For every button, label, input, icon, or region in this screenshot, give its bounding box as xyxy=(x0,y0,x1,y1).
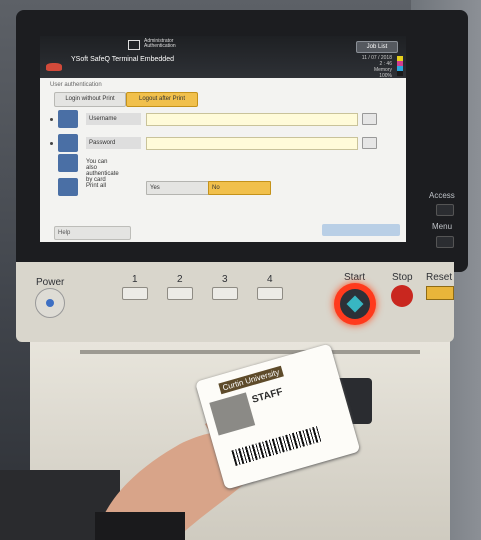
stop-label: Stop xyxy=(392,272,413,283)
key-1-label: 1 xyxy=(132,274,138,285)
printer-slot xyxy=(80,350,420,354)
job-list-button[interactable]: Job List xyxy=(356,41,398,53)
start-button[interactable] xyxy=(334,283,376,325)
card-staff: STAFF xyxy=(250,386,285,406)
reset-label: Reset xyxy=(426,272,453,283)
start-icon xyxy=(340,289,370,319)
menu-label: Menu xyxy=(432,222,453,231)
username-label: Username xyxy=(86,113,141,125)
ysoft-logo xyxy=(46,63,62,71)
key-2-button[interactable] xyxy=(167,287,193,300)
power-label: Power xyxy=(36,277,65,288)
status-memory-value: 100% xyxy=(379,73,392,79)
bullet-icon xyxy=(50,142,53,145)
power-icon xyxy=(46,299,54,307)
password-label: Password xyxy=(86,137,141,149)
card-photo xyxy=(209,392,256,436)
login-without-print-button[interactable]: Login without Print xyxy=(54,92,126,107)
keyboard-icon[interactable] xyxy=(362,137,377,149)
key-3-button[interactable] xyxy=(212,287,238,300)
control-panel xyxy=(16,262,454,342)
ok-button[interactable] xyxy=(322,224,400,236)
card-auth-text: You can also authenticate by card xyxy=(86,159,119,183)
reset-button[interactable] xyxy=(426,286,454,300)
keyboard-icon[interactable] xyxy=(362,113,377,125)
user-icon xyxy=(58,110,78,128)
print-all-yes-button[interactable]: Yes xyxy=(146,181,211,195)
card-icon xyxy=(58,154,78,172)
logout-after-print-button[interactable]: Logout after Print xyxy=(126,92,198,107)
key-4-label: 4 xyxy=(267,274,273,285)
toner-level-icon xyxy=(397,56,403,76)
start-label: Start xyxy=(344,272,366,283)
access-button[interactable] xyxy=(436,204,454,216)
stop-button[interactable] xyxy=(391,285,413,307)
admin-auth-icon[interactable] xyxy=(128,40,140,50)
power-button[interactable] xyxy=(35,288,65,318)
section-title: User authentication xyxy=(50,82,102,88)
key-4-button[interactable] xyxy=(257,287,283,300)
print-all-no-button[interactable]: No xyxy=(208,181,271,195)
diamond-icon xyxy=(346,295,364,313)
key-3-label: 3 xyxy=(222,274,228,285)
help-button[interactable]: Help xyxy=(54,226,131,240)
app-title: YSoft SafeQ Terminal Embedded xyxy=(71,56,174,63)
printer-icon xyxy=(58,178,78,196)
photo-scene: Administrator Authentication Job List YS… xyxy=(0,0,481,540)
menu-button[interactable] xyxy=(436,236,454,248)
admin-auth-label[interactable]: Administrator Authentication xyxy=(144,39,194,49)
username-field[interactable] xyxy=(146,113,358,126)
screen-header: Administrator Authentication Job List YS… xyxy=(40,36,406,79)
password-field[interactable] xyxy=(146,137,358,150)
barcode xyxy=(231,425,323,467)
touchscreen: Administrator Authentication Job List YS… xyxy=(40,36,406,242)
sleeve xyxy=(95,512,185,540)
bullet-icon xyxy=(50,118,53,121)
lock-icon xyxy=(58,134,78,152)
print-all-label: Print all xyxy=(86,183,107,189)
key-1-button[interactable] xyxy=(122,287,148,300)
access-label: Access xyxy=(429,191,455,200)
status-readout: 11 / 07 / 2018 2 : 46 Memory 100% xyxy=(362,55,392,79)
key-2-label: 2 xyxy=(177,274,183,285)
